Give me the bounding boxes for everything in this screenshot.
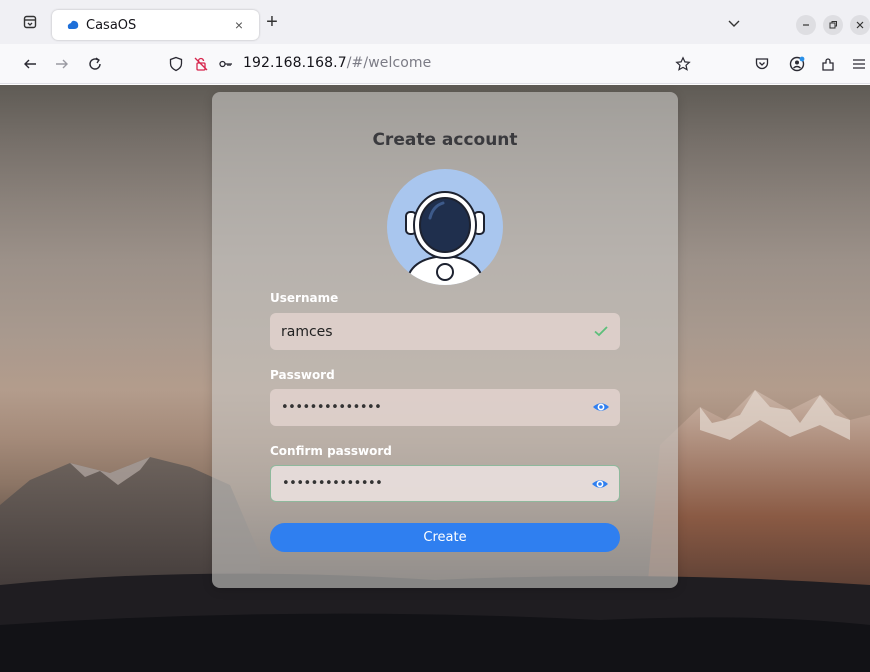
username-field[interactable]: ramces <box>270 313 620 350</box>
url-bar[interactable]: 192.168.168.7/#/welcome <box>243 55 431 71</box>
pocket-icon[interactable] <box>752 54 772 74</box>
back-icon[interactable] <box>20 54 40 74</box>
permissions-icon[interactable] <box>191 54 211 74</box>
confirm-password-value: •••••••••••••• <box>282 476 383 491</box>
minimize-icon[interactable] <box>796 15 816 35</box>
confirm-password-label: Confirm password <box>270 444 392 458</box>
key-icon[interactable] <box>216 54 236 74</box>
restore-icon[interactable] <box>823 15 843 35</box>
extensions-icon[interactable] <box>818 54 838 74</box>
shield-icon[interactable] <box>166 54 186 74</box>
forward-icon[interactable] <box>52 54 72 74</box>
username-value: ramces <box>281 323 333 340</box>
url-host: 192.168.168.7 <box>243 55 347 71</box>
username-label: Username <box>270 291 339 305</box>
eye-icon[interactable] <box>592 398 610 416</box>
astronaut-avatar <box>386 168 504 286</box>
create-account-card: Create account Username ramces Password … <box>212 92 678 588</box>
tab-bar: CasaOS × + <box>0 0 870 44</box>
navigation-bar: 192.168.168.7/#/welcome <box>0 44 870 84</box>
new-tab-button[interactable]: + <box>262 12 282 33</box>
confirm-password-field[interactable]: •••••••••••••• <box>270 465 620 502</box>
password-field[interactable]: •••••••••••••• <box>270 389 620 426</box>
tab-close-icon[interactable]: × <box>231 17 247 33</box>
page-viewport: Create account Username ramces Password … <box>0 85 870 672</box>
create-button[interactable]: Create <box>270 523 620 552</box>
chevron-down-icon[interactable] <box>726 15 742 31</box>
casaos-cloud-icon <box>66 18 80 32</box>
eye-icon[interactable] <box>591 475 609 493</box>
bookmark-star-icon[interactable] <box>673 54 693 74</box>
password-value: •••••••••••••• <box>281 400 382 415</box>
tab-title: CasaOS <box>86 17 137 33</box>
page-title: Create account <box>372 130 518 150</box>
account-icon[interactable] <box>787 54 807 74</box>
close-window-icon[interactable] <box>850 15 870 35</box>
reload-icon[interactable] <box>85 54 105 74</box>
password-label: Password <box>270 368 335 382</box>
menu-icon[interactable] <box>849 54 869 74</box>
check-icon <box>592 322 610 340</box>
tab-list-icon[interactable] <box>20 12 40 32</box>
url-path: /#/welcome <box>346 55 432 71</box>
tab-casaos[interactable]: CasaOS × <box>52 10 259 40</box>
